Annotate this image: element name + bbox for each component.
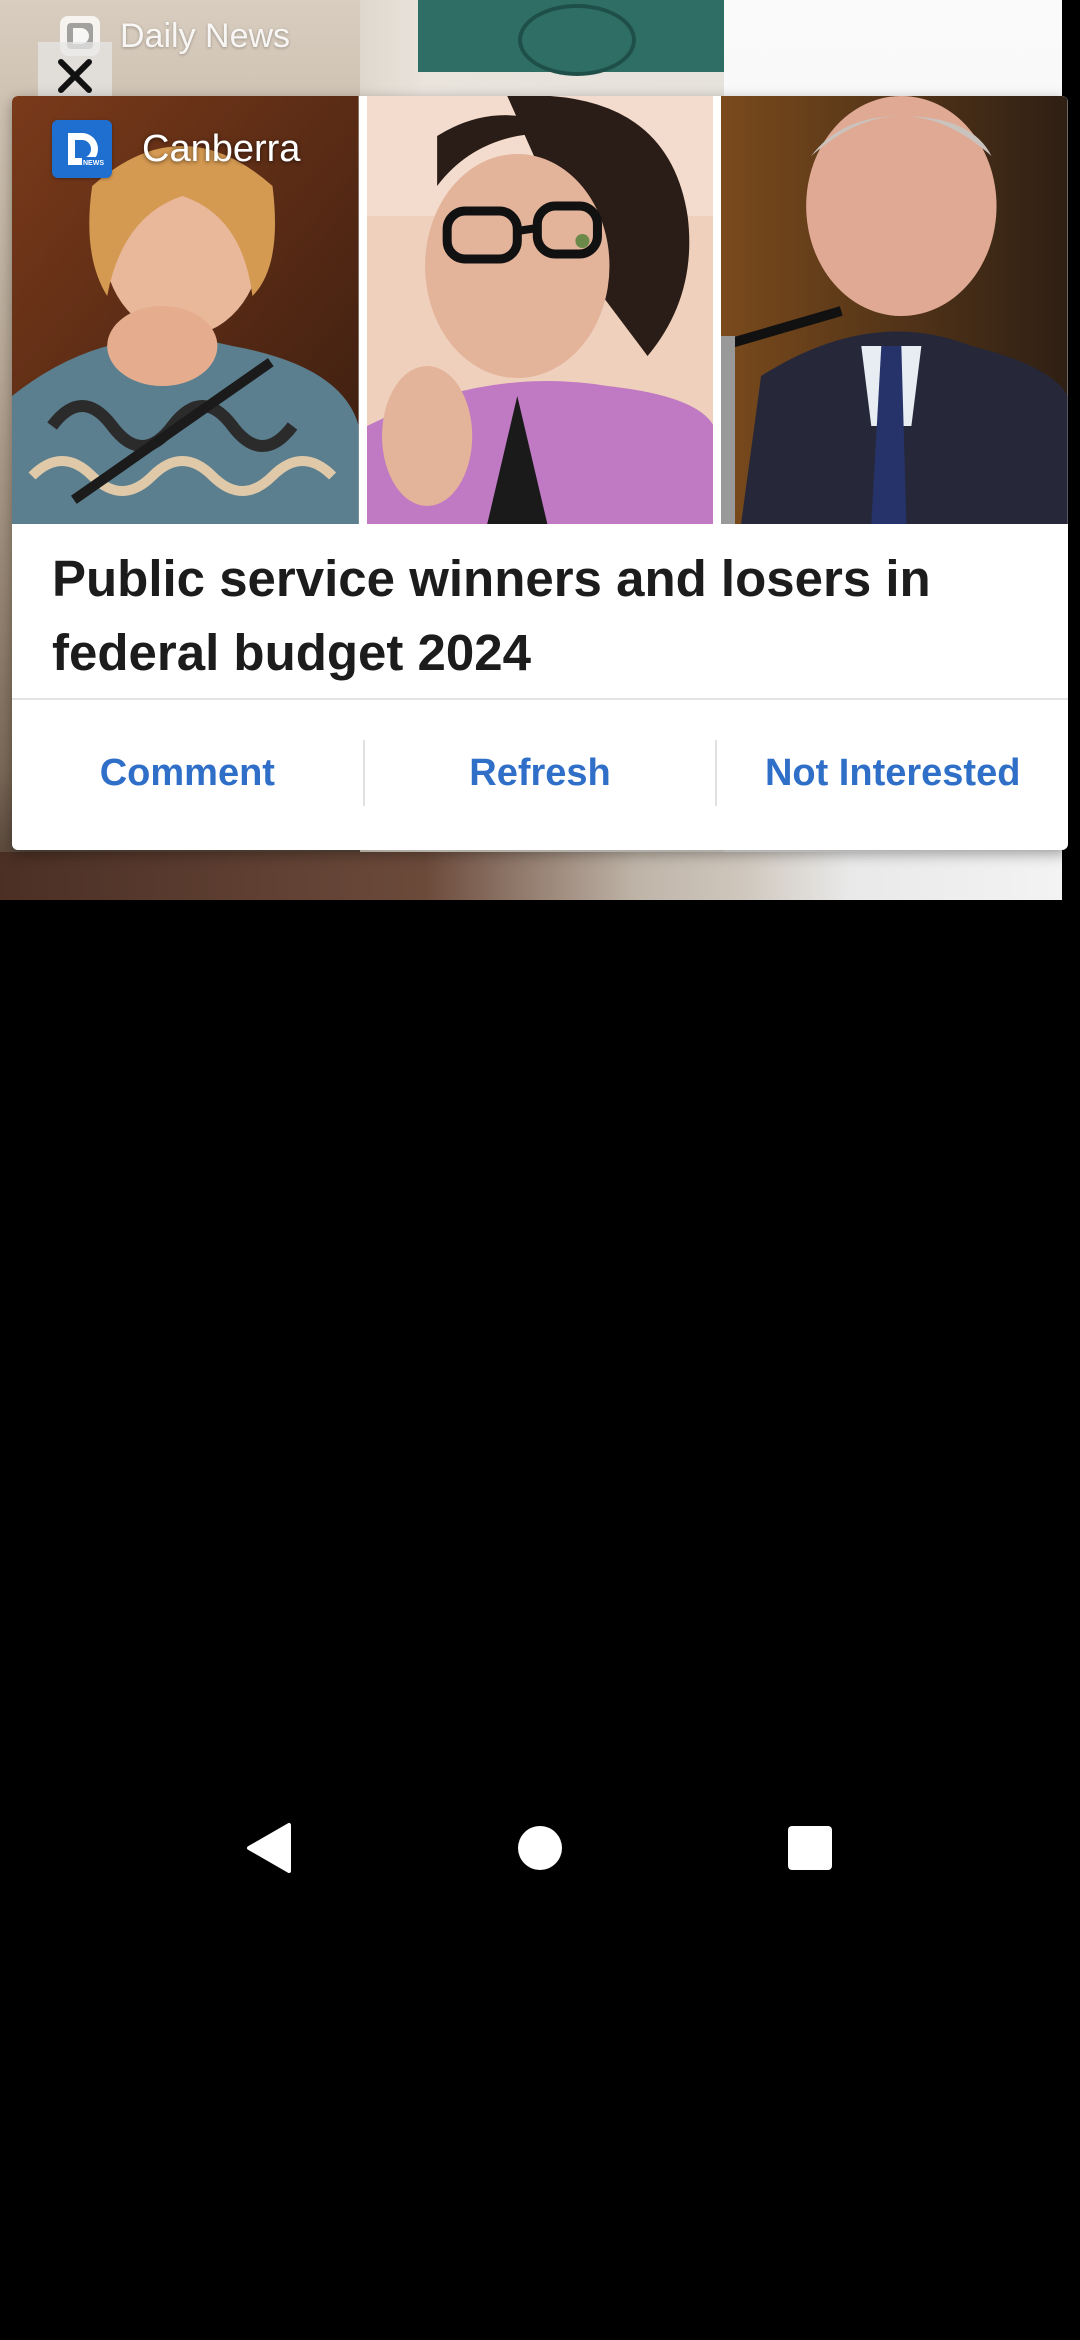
back-button[interactable] xyxy=(220,1800,316,1896)
news-photo-woman-glasses-pink-jacket xyxy=(366,96,714,524)
back-triangle-icon xyxy=(247,1823,291,1873)
background-image-strip xyxy=(0,852,1062,900)
close-icon xyxy=(58,59,92,93)
card-source: NEWS Canberra xyxy=(52,120,300,178)
news-photo-man-dark-suit xyxy=(721,96,1068,524)
screen: Daily News NEWS Canberra Public service … xyxy=(0,0,1080,2340)
daily-news-logo-icon: NEWS xyxy=(52,120,112,178)
home-button[interactable] xyxy=(492,1800,588,1896)
refresh-button[interactable]: Refresh xyxy=(365,752,716,795)
card-source-name: Canberra xyxy=(142,127,301,170)
background-app-title: Daily News xyxy=(120,16,291,55)
recents-square-icon xyxy=(788,1826,832,1870)
news-notification-card[interactable]: NEWS Canberra Public service winners and… xyxy=(12,96,1068,850)
background-image-middle xyxy=(418,0,724,76)
comment-button[interactable]: Comment xyxy=(12,752,363,795)
not-interested-button[interactable]: Not Interested xyxy=(717,752,1068,795)
recents-button[interactable] xyxy=(762,1800,858,1896)
card-headline[interactable]: Public service winners and losers in fed… xyxy=(12,524,1068,700)
card-image-strip[interactable]: NEWS Canberra xyxy=(12,96,1068,524)
home-circle-icon xyxy=(518,1826,562,1870)
svg-text:NEWS: NEWS xyxy=(83,160,104,167)
system-navigation-bar xyxy=(0,1800,1080,1896)
card-actions: Comment Refresh Not Interested xyxy=(12,700,1068,846)
